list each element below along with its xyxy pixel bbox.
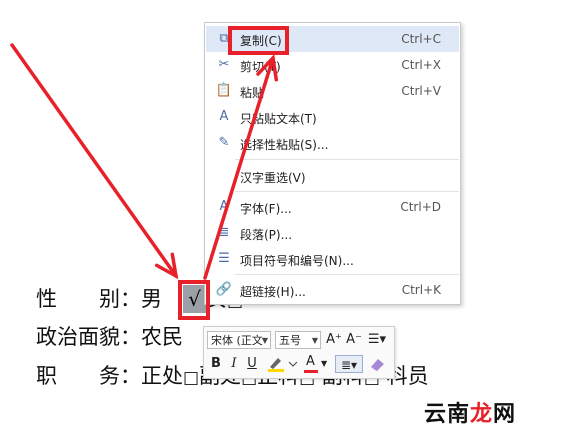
site-watermark: 云南龙网 — [424, 396, 516, 428]
arrow-to-selection-shaft — [10, 43, 178, 278]
watermark-text: 云南 — [424, 402, 471, 427]
watermark-text-accent: 龙 — [470, 402, 494, 427]
highlight-box-copy — [228, 26, 289, 55]
highlight-box-selection — [178, 280, 210, 320]
arrow-to-copy-shaft — [203, 56, 275, 280]
annotation-arrows — [10, 43, 279, 280]
watermark-text: 网 — [493, 402, 517, 427]
